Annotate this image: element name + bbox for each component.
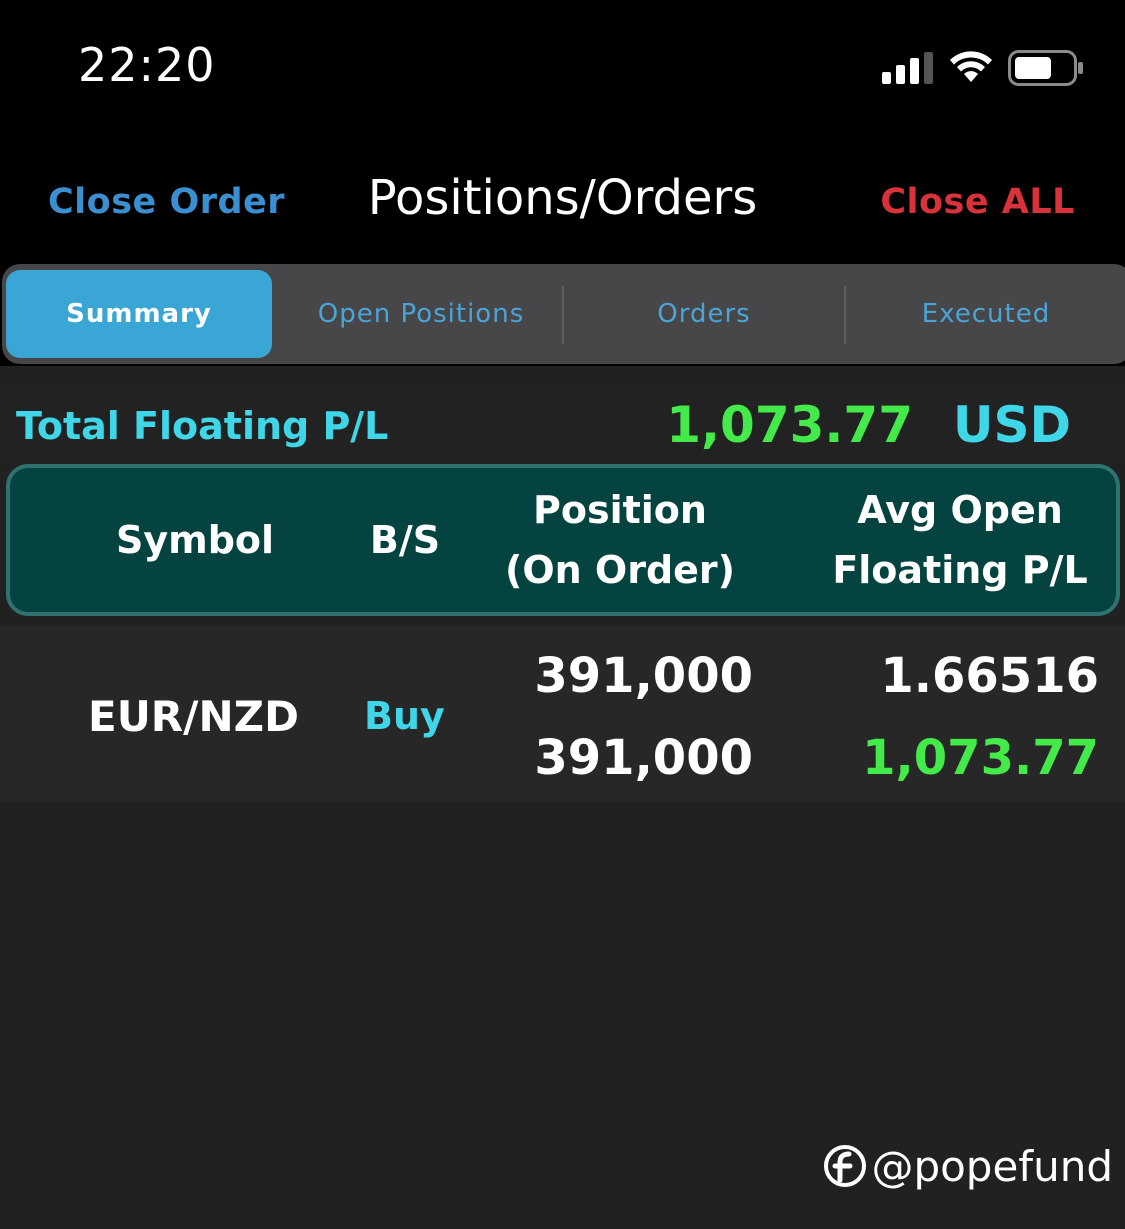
app-screen: 22:20 Close Order Positions/Orders Close…	[0, 0, 1125, 1229]
total-floating-pl-value: 1,073.77	[666, 396, 913, 454]
row-symbol: EUR/NZD	[88, 692, 299, 741]
table-row[interactable]: EUR/NZD Buy 391,000 391,000 1.66516 1,07…	[0, 626, 1125, 802]
row-floating-pl: 1,073.77	[862, 730, 1099, 786]
row-avg-open: 1.66516	[880, 648, 1099, 704]
column-header-floating-pl: Floating P/L	[832, 548, 1088, 592]
column-header-on-order: (On Order)	[504, 548, 736, 592]
wifi-icon	[950, 51, 992, 82]
signal-icon	[882, 52, 933, 84]
watermark-text: @popefund	[871, 1141, 1113, 1191]
tab-summary[interactable]: Summary	[6, 270, 272, 358]
column-header-avg-open: Avg Open	[857, 488, 1063, 532]
row-on-order: 391,000	[534, 730, 753, 786]
total-floating-pl-row: Total Floating P/L 1,073.77 USD	[0, 384, 1125, 464]
brand-logo-icon	[824, 1145, 867, 1187]
column-header-symbol: Symbol	[115, 518, 275, 562]
close-all-button[interactable]: Close ALL	[880, 182, 1075, 222]
watermark: @popefund	[823, 1138, 1113, 1194]
column-header-position: Position	[533, 488, 707, 532]
table-header: Symbol B/S Position (On Order) Avg Open …	[6, 464, 1120, 616]
tab-orders[interactable]: Orders	[564, 270, 844, 358]
status-bar: 22:20	[0, 0, 1125, 140]
column-header-bs: B/S	[369, 518, 441, 562]
tab-bar: Summary Open Positions Orders Executed	[0, 262, 1125, 366]
currency-label: USD	[952, 396, 1071, 454]
row-position: 391,000	[534, 648, 753, 704]
total-floating-pl-label: Total Floating P/L	[16, 404, 389, 448]
tab-open-positions[interactable]: Open Positions	[280, 270, 562, 358]
row-buy-sell: Buy	[364, 694, 445, 738]
tab-executed[interactable]: Executed	[846, 270, 1125, 358]
battery-icon	[1008, 50, 1083, 86]
status-time: 22:20	[78, 38, 216, 92]
nav-bar: Close Order Positions/Orders Close ALL	[0, 140, 1125, 264]
tab-bar-track: Summary Open Positions Orders Executed	[2, 264, 1125, 364]
